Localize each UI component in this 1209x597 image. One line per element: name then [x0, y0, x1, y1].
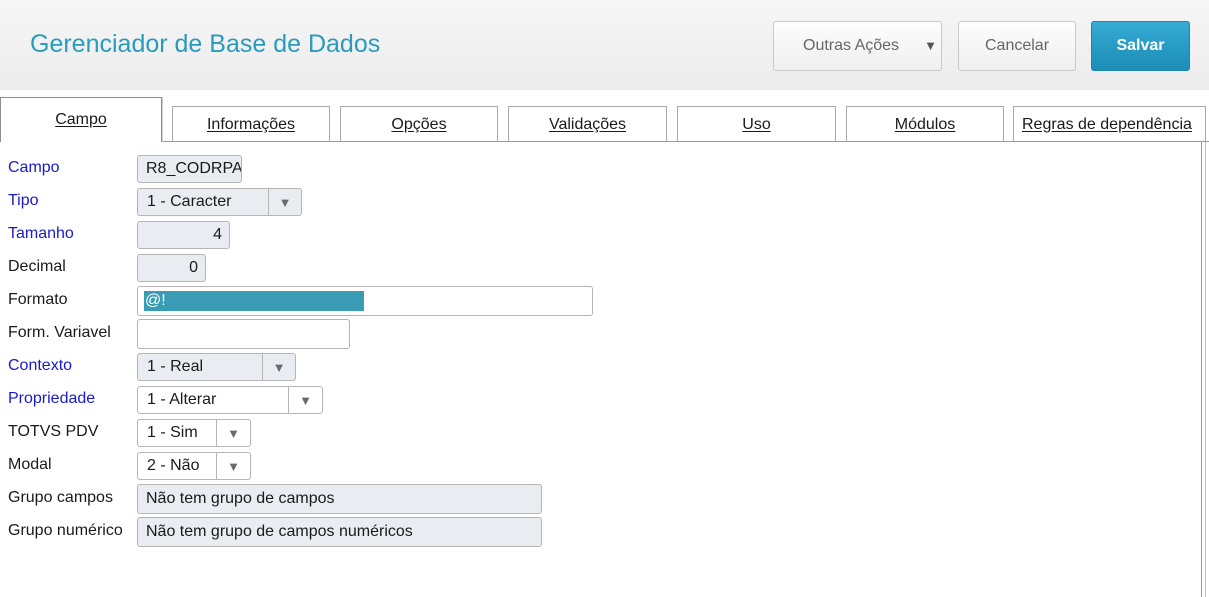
chevron-down-icon: ▼: [268, 189, 301, 215]
tipo-label: Tipo: [8, 192, 39, 209]
chevron-down-icon: ▼: [288, 387, 322, 413]
page-title: Gerenciador de Base de Dados: [30, 30, 381, 58]
propriedade-value: 1 - Alterar: [147, 391, 217, 408]
modal-select[interactable]: 2 - Não ▼: [137, 452, 251, 480]
chevron-down-icon: ▼: [262, 354, 295, 380]
tamanho-label: Tamanho: [8, 225, 74, 242]
caret-down-icon: ▼: [924, 38, 937, 53]
grupo-campos-field[interactable]: Não tem grupo de campos: [137, 484, 542, 514]
grupo-campos-label: Grupo campos: [8, 489, 113, 506]
header-bar: Gerenciador de Base de Dados Outras Açõe…: [0, 0, 1209, 90]
grupo-campos-value: Não tem grupo de campos: [146, 490, 335, 507]
formato-label: Formato: [8, 291, 68, 308]
decimal-label: Decimal: [8, 258, 66, 275]
form-panel: Campo R8_CODRPA Tipo 1 - Caracter ▼ Tama…: [0, 142, 1209, 597]
tamanho-value: 4: [213, 226, 222, 243]
tipo-select[interactable]: 1 - Caracter ▼: [137, 188, 302, 216]
form-variavel-label: Form. Variavel: [8, 324, 111, 341]
campo-field[interactable]: R8_CODRPA: [137, 155, 242, 183]
campo-label: Campo: [8, 159, 60, 176]
formato-value: @!: [144, 291, 364, 311]
contexto-select[interactable]: 1 - Real ▼: [137, 353, 296, 381]
totvs-pdv-select[interactable]: 1 - Sim ▼: [137, 419, 251, 447]
tab-opcoes[interactable]: Opções: [340, 106, 498, 142]
campo-value: R8_CODRPA: [146, 160, 242, 177]
contexto-label: Contexto: [8, 357, 73, 374]
totvs-pdv-value: 1 - Sim: [147, 424, 198, 441]
tab-bar: Campo Informações Opções Validações Uso …: [0, 96, 1209, 142]
chevron-down-icon: ▼: [216, 453, 250, 479]
more-actions-button[interactable]: Outras Ações ▼: [773, 21, 942, 71]
tab-campo[interactable]: Campo: [0, 97, 162, 142]
decimal-value: 0: [189, 259, 198, 276]
panel-border: [1201, 142, 1202, 597]
propriedade-label: Propriedade: [8, 390, 96, 407]
tab-modulos[interactable]: Módulos: [846, 106, 1004, 142]
grupo-numerico-label: Grupo numérico: [8, 522, 123, 539]
chevron-down-icon: ▼: [216, 420, 250, 446]
tab-uso[interactable]: Uso: [677, 106, 836, 142]
cancel-button[interactable]: Cancelar: [958, 21, 1076, 71]
propriedade-select[interactable]: 1 - Alterar ▼: [137, 386, 323, 414]
decimal-field[interactable]: 0: [137, 254, 206, 282]
form-variavel-input[interactable]: [137, 319, 350, 349]
modal-label: Modal: [8, 456, 52, 473]
scrollbar-track[interactable]: [1205, 142, 1206, 597]
totvs-pdv-label: TOTVS PDV: [8, 423, 99, 440]
formato-input[interactable]: @!: [137, 286, 593, 316]
tab-validacoes[interactable]: Validações: [508, 106, 667, 142]
tipo-value: 1 - Caracter: [147, 193, 232, 210]
modal-value: 2 - Não: [147, 457, 200, 474]
tab-informacoes[interactable]: Informações: [172, 106, 330, 142]
contexto-value: 1 - Real: [147, 358, 204, 375]
tab-regras-de-dependencia[interactable]: Regras de dependência: [1013, 106, 1206, 142]
grupo-numerico-field[interactable]: Não tem grupo de campos numéricos: [137, 517, 542, 547]
grupo-numerico-value: Não tem grupo de campos numéricos: [146, 523, 413, 540]
save-button[interactable]: Salvar: [1091, 21, 1190, 71]
tamanho-field[interactable]: 4: [137, 221, 230, 249]
more-actions-label: Outras Ações: [803, 37, 900, 54]
